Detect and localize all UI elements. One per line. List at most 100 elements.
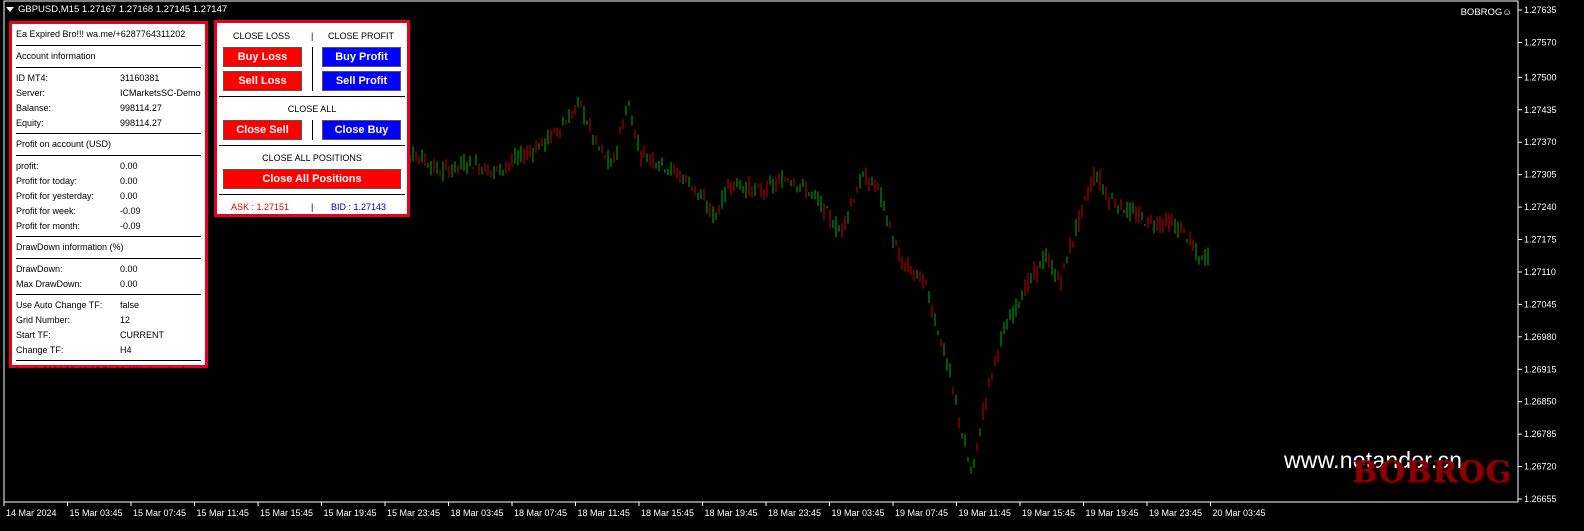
price-tick-label: 1.27570 [1524, 37, 1557, 47]
change-tf-value: H4 [120, 344, 132, 355]
auto-tf-value: false [120, 299, 140, 310]
time-tick-label: 19 Mar 07:45 [895, 508, 948, 518]
price-tick-label: 1.27500 [1524, 72, 1557, 82]
drawdown-label: DrawDown: [16, 263, 63, 274]
divider [219, 145, 405, 146]
server-value: ICMarketsSC-Demo0 [120, 87, 201, 98]
change-tf-label: Change TF: [16, 344, 64, 355]
time-tick-label: 18 Mar 03:45 [451, 508, 504, 518]
price-tick-label: 1.27240 [1524, 202, 1557, 212]
price-tick-label: 1.26655 [1524, 494, 1557, 504]
close-profit-label: CLOSE PROFIT [328, 31, 395, 41]
watermark-logo: BOBROG [1352, 455, 1513, 490]
time-tick-label: 19 Mar 03:45 [832, 508, 885, 518]
week-value: -0.09 [120, 205, 141, 216]
grid-value: 12 [120, 314, 131, 325]
time-tick-label: 19 Mar 15:45 [1022, 508, 1075, 518]
month-label: Profit for month: [16, 220, 81, 231]
account-header: Account information [16, 51, 96, 61]
price-tick-label: 1.26915 [1524, 364, 1557, 374]
time-tick-label: 15 Mar 23:45 [387, 508, 440, 518]
id-value: 31160381 [120, 72, 160, 83]
time-tick-label: 18 Mar 07:45 [514, 508, 567, 518]
week-label: Profit for week: [16, 205, 77, 216]
time-axis: 14 Mar 2024 15 Mar 03:45 15 Mar 07:45 15 Ma… [3, 502, 1266, 518]
buy-loss-button[interactable]: Buy Loss [223, 47, 302, 67]
divider [16, 294, 201, 295]
symbol-quote: GBPUSD,M15 1.27167 1.27168 1.27145 1.271… [18, 4, 228, 15]
today-label: Profit for today: [16, 175, 78, 186]
start-tf-value: CURRENT [120, 329, 164, 340]
profit-label: profit: [16, 160, 39, 171]
bid-price: BID : 1.27143 [331, 202, 387, 212]
expert-brand-label: BOBROG☺ [1460, 7, 1512, 18]
vertical-divider [312, 47, 313, 91]
info-row-equity: Equity: 998114.27 [16, 115, 201, 130]
ask-price: ASK : 1.27151 [231, 202, 290, 212]
max-drawdown-label: Max DrawDown: [16, 278, 83, 289]
vertical-divider [312, 120, 313, 140]
candlestick-series [388, 96, 1209, 474]
time-tick-label: 15 Mar 19:45 [324, 508, 377, 518]
time-tick-label: 15 Mar 15:45 [260, 508, 313, 518]
price-divider: | [311, 202, 314, 212]
drawdown-header: DrawDown information (%) [16, 242, 124, 252]
grid-label: Grid Number: [16, 314, 71, 325]
info-row-yesterday: Profit for yesterday: 0.00 [16, 188, 201, 203]
time-tick-label: 19 Mar 23:45 [1149, 508, 1202, 518]
time-tick-label: 18 Mar 23:45 [768, 508, 821, 518]
price-tick-label: 1.27305 [1524, 170, 1557, 180]
time-tick-label: 18 Mar 15:45 [641, 508, 694, 518]
equity-label: Equity: [16, 117, 44, 128]
info-row-server: Server: ICMarketsSC-Demo0 [16, 85, 201, 100]
info-row-max-drawdown: Max DrawDown: 0.00 [16, 276, 201, 291]
info-row-change-tf: Change TF: H4 [16, 342, 201, 357]
auto-tf-label: Use Auto Change TF: [16, 299, 103, 310]
price-tick-label: 1.26720 [1524, 462, 1557, 472]
close-all-label: CLOSE ALL [287, 104, 337, 114]
equity-value: 998114.27 [120, 117, 162, 128]
close-all-positions-button[interactable]: Close All Positions [223, 169, 401, 189]
price-tick-label: 1.26785 [1524, 429, 1557, 439]
info-row-month: Profit for month: -0.09 [16, 218, 201, 233]
divider [16, 67, 201, 68]
chevron-down-icon[interactable] [6, 6, 14, 12]
server-label: Server: [16, 87, 46, 98]
start-tf-label: Start TF: [16, 329, 51, 340]
time-tick-label: 14 Mar 2024 [6, 508, 57, 518]
header-divider: | [311, 31, 314, 41]
max-drawdown-value: 0.00 [120, 278, 138, 289]
id-label: ID MT4: [16, 72, 49, 83]
time-tick-label: 15 Mar 07:45 [133, 508, 186, 518]
price-tick-label: 1.26980 [1524, 332, 1557, 342]
price-tick-label: 1.27110 [1524, 267, 1556, 277]
info-row-start-tf: Start TF: CURRENT [16, 327, 201, 342]
profit-header: Profit on account (USD) [16, 139, 112, 149]
buy-profit-button[interactable]: Buy Profit [322, 47, 401, 67]
trade-control-panel: CLOSE LOSS | CLOSE PROFIT Buy Loss Buy P… [214, 20, 410, 217]
price-tick-label: 1.27635 [1524, 5, 1557, 15]
close-loss-label: CLOSE LOSS [233, 31, 291, 41]
divider [219, 194, 405, 195]
price-tick-label: 1.27370 [1524, 137, 1557, 147]
symbol-header[interactable]: GBPUSD,M15 1.27167 1.27168 1.27145 1.271… [6, 4, 227, 15]
divider [219, 96, 405, 97]
sell-loss-button[interactable]: Sell Loss [223, 71, 302, 91]
time-tick-label: 20 Mar 03:45 [1213, 508, 1266, 518]
divider [16, 236, 201, 237]
close-all-positions-label: CLOSE ALL POSITIONS [262, 153, 362, 163]
local-time: Local: 2024.03.20 08:51:08 ( Wednesday ) [16, 366, 186, 376]
close-buy-button[interactable]: Close Buy [322, 120, 401, 140]
close-sell-button[interactable]: Close Sell [223, 120, 302, 140]
info-row-auto-tf: Use Auto Change TF: false [16, 297, 201, 312]
time-tick-label: 15 Mar 03:45 [70, 508, 123, 518]
info-row-profit: profit: 0.00 [16, 158, 201, 173]
time-tick-label: 18 Mar 19:45 [705, 508, 758, 518]
sell-profit-button[interactable]: Sell Profit [322, 71, 401, 91]
month-value: -0.09 [120, 220, 141, 231]
divider [16, 133, 201, 134]
price-tick-label: 1.27435 [1524, 105, 1557, 115]
yesterday-label: Profit for yesterday: [16, 190, 95, 201]
today-value: 0.00 [120, 175, 138, 186]
drawdown-value: 0.00 [120, 263, 138, 274]
